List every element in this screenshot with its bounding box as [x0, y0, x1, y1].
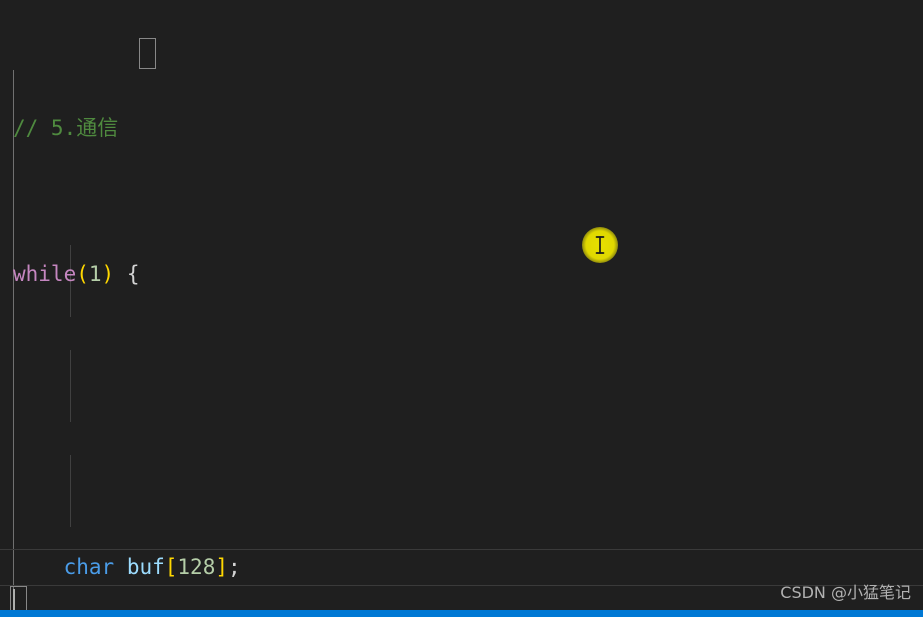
token-bracket-open: [	[164, 554, 178, 579]
token-var-buf: buf	[126, 554, 165, 579]
code-editor-content[interactable]: // 5.通信 while(1) { char buf[128]; int le…	[0, 0, 923, 610]
token-bracket-close: ]	[215, 554, 228, 579]
token-number-1: 1	[88, 262, 102, 287]
token-number-128: 128	[177, 554, 216, 579]
csdn-watermark: CSDN @小猛笔记	[780, 583, 911, 602]
token-keyword-while: while	[13, 262, 77, 287]
token-semicolon: ;	[228, 554, 241, 579]
code-line-1[interactable]: // 5.通信	[0, 110, 923, 147]
mouse-pointer-highlight	[582, 227, 618, 263]
status-bar[interactable]	[0, 610, 923, 617]
token-type-char: char	[63, 554, 115, 579]
token-comment: // 5.通信	[13, 115, 119, 140]
code-line-3-blank[interactable]	[0, 403, 923, 440]
token-brace-open-while: {	[126, 262, 140, 287]
token-paren-close: )	[101, 262, 115, 287]
vscode-editor-window: // 5.通信 while(1) { char buf[128]; int le…	[0, 0, 923, 617]
token-paren-open: (	[76, 262, 89, 287]
text-ibeam-cursor-icon	[593, 234, 607, 256]
code-line-2[interactable]: while(1) {	[0, 256, 923, 293]
